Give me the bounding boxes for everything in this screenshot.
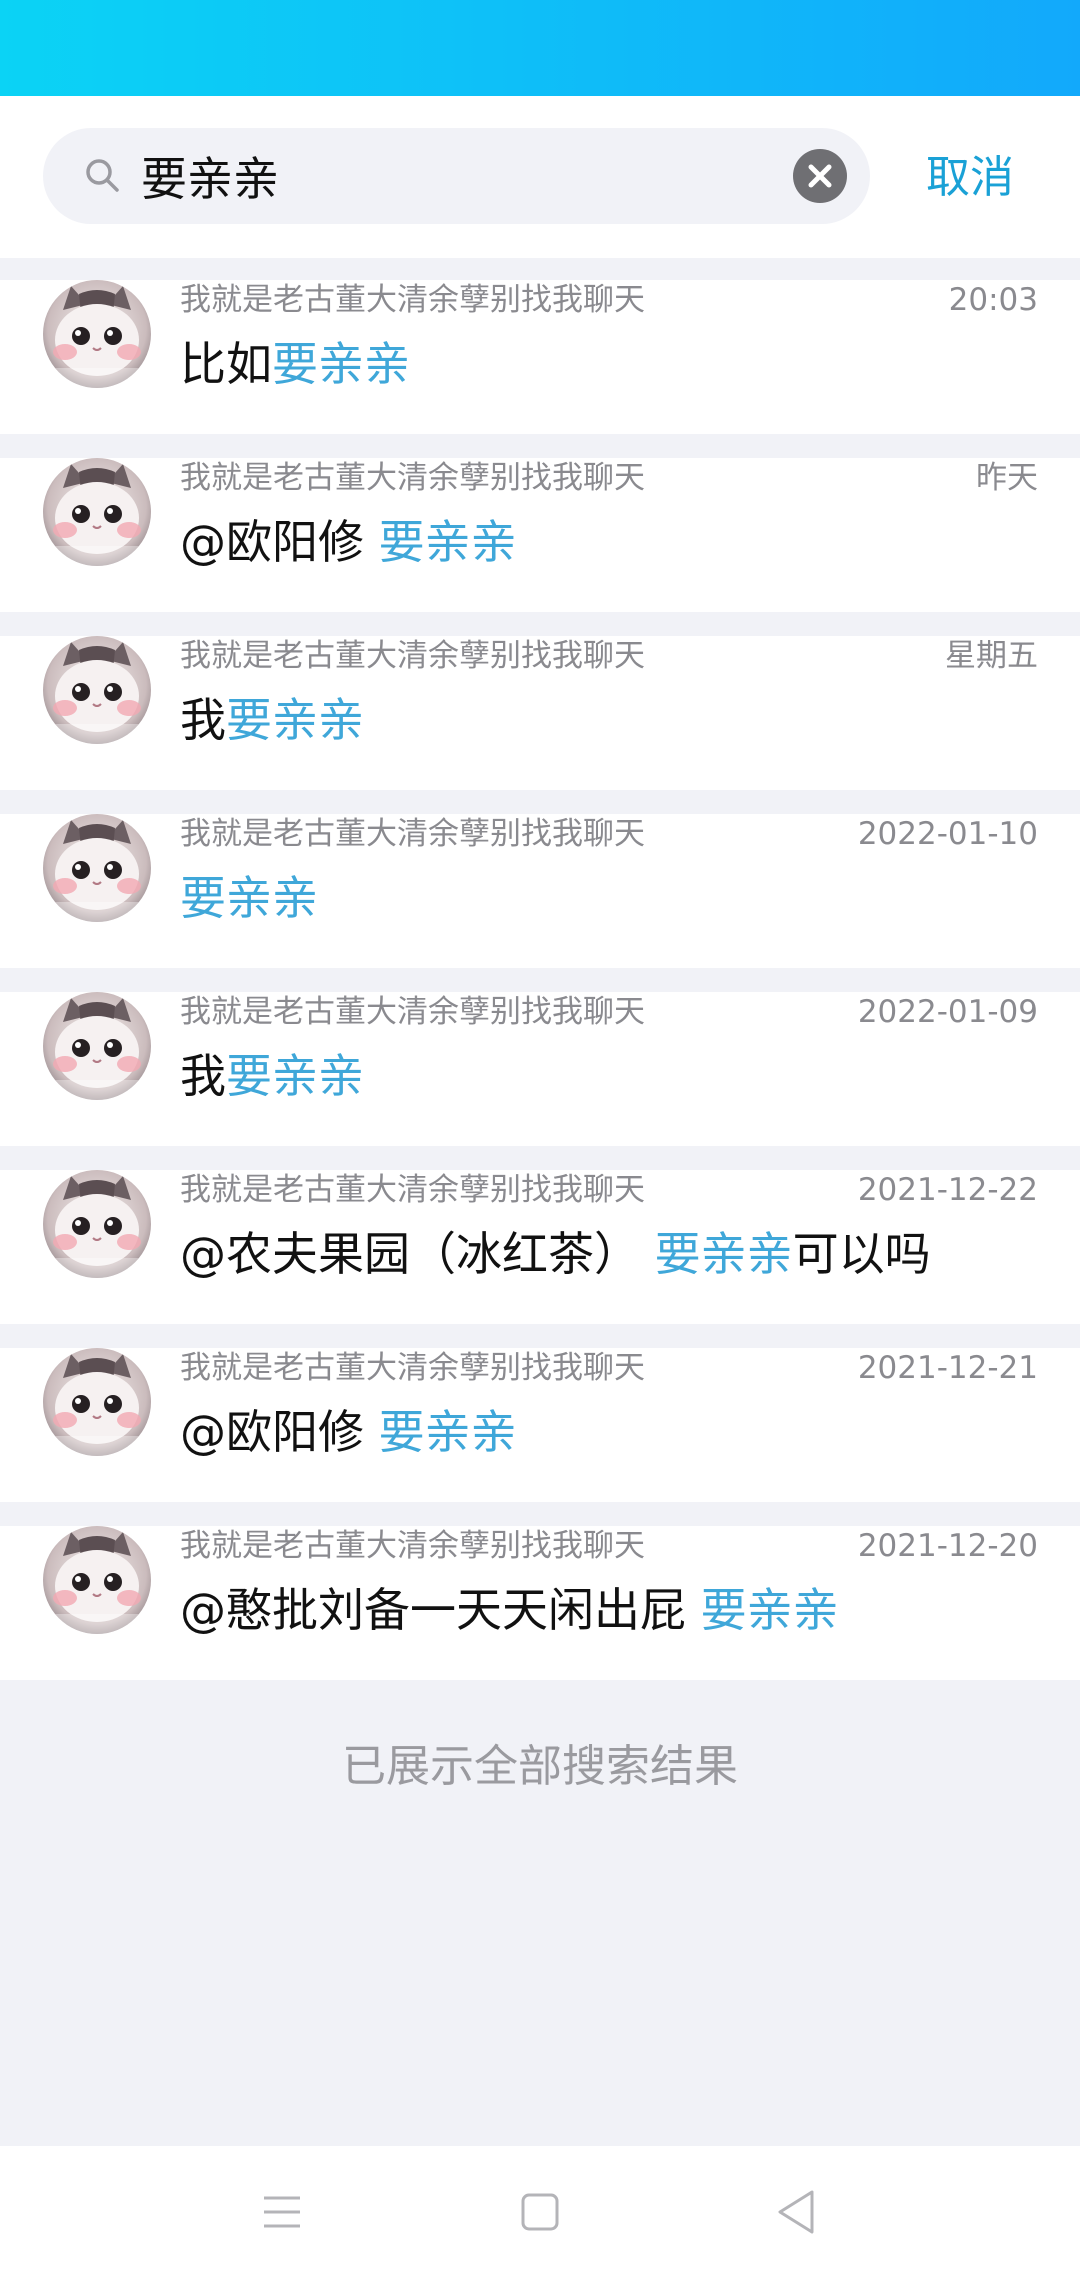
message-prefix: @憨批刘备一天天闲出屁 xyxy=(180,1583,701,1637)
status-bar xyxy=(0,0,1080,96)
search-result-row[interactable]: 我就是老古董大清余孽别找我聊天 2021-12-22 @农夫果园（冰红茶） 要亲亲可… xyxy=(0,1170,1080,1324)
message-text: @欧阳修 要亲亲 xyxy=(180,510,517,574)
message-time: 星期五 xyxy=(945,638,1038,674)
message-suffix: 可以吗 xyxy=(792,1227,931,1281)
message-text: 要亲亲 xyxy=(180,866,318,930)
message-text: 我要亲亲 xyxy=(180,688,364,752)
cat-avatar-image xyxy=(43,992,151,1100)
cat-avatar-image xyxy=(43,1526,151,1634)
message-keyword-highlight: 要亲亲 xyxy=(226,693,364,747)
avatar[interactable] xyxy=(43,814,151,922)
search-input[interactable] xyxy=(141,142,741,210)
system-nav-bar xyxy=(0,2146,1080,2280)
message-keyword-highlight: 要亲亲 xyxy=(180,871,318,925)
message-keyword-highlight: 要亲亲 xyxy=(378,515,517,569)
message-time: 2021-12-21 xyxy=(857,1350,1038,1386)
message-keyword-highlight: 要亲亲 xyxy=(378,1405,517,1459)
message-time: 20:03 xyxy=(948,282,1038,318)
search-result-row[interactable]: 我就是老古董大清余孽别找我聊天 20:03 比如要亲亲 xyxy=(0,280,1080,434)
sender-name: 我就是老古董大清余孽别找我聊天 xyxy=(180,1172,645,1208)
avatar[interactable] xyxy=(43,1348,151,1456)
menu-icon[interactable] xyxy=(252,2182,312,2242)
message-prefix: @欧阳修 xyxy=(180,515,379,569)
avatar[interactable] xyxy=(43,1170,151,1278)
sender-name: 我就是老古董大清余孽别找我聊天 xyxy=(180,816,645,852)
message-prefix: 比如 xyxy=(180,337,272,391)
avatar[interactable] xyxy=(43,1526,151,1634)
sender-name: 我就是老古董大清余孽别找我聊天 xyxy=(180,460,645,496)
cat-avatar-image xyxy=(43,1170,151,1278)
message-prefix: 我 xyxy=(180,693,226,747)
search-result-row[interactable]: 我就是老古董大清余孽别找我聊天 2021-12-20 @憨批刘备一天天闲出屁 要亲亲 xyxy=(0,1526,1080,1680)
search-result-row[interactable]: 我就是老古董大清余孽别找我聊天 昨天 @欧阳修 要亲亲 xyxy=(0,458,1080,612)
clear-button[interactable] xyxy=(793,149,847,203)
search-result-row[interactable]: 我就是老古董大清余孽别找我聊天 2022-01-09 我要亲亲 xyxy=(0,992,1080,1146)
home-icon[interactable] xyxy=(510,2182,570,2242)
avatar[interactable] xyxy=(43,636,151,744)
all-results-shown-note: 已展示全部搜索结果 xyxy=(342,1741,738,1792)
clear-icon xyxy=(808,164,832,188)
message-prefix: @欧阳修 xyxy=(180,1405,379,1459)
cat-avatar-image xyxy=(43,458,151,566)
sender-name: 我就是老古董大清余孽别找我聊天 xyxy=(180,282,645,318)
message-keyword-highlight: 要亲亲 xyxy=(272,337,410,391)
cat-avatar-image xyxy=(43,636,151,744)
message-text: 比如要亲亲 xyxy=(180,332,410,396)
message-time: 2021-12-20 xyxy=(857,1528,1038,1564)
cancel-button[interactable]: 取消 xyxy=(926,148,1014,208)
avatar[interactable] xyxy=(43,992,151,1100)
search-result-row[interactable]: 我就是老古董大清余孽别找我聊天 星期五我要亲亲 xyxy=(0,636,1080,790)
message-text: @欧阳修 要亲亲 xyxy=(180,1400,517,1464)
message-prefix: 我 xyxy=(180,1049,226,1103)
sender-name: 我就是老古董大清余孽别找我聊天 xyxy=(180,1528,645,1564)
message-keyword-highlight: 要亲亲 xyxy=(700,1583,839,1637)
search-icon xyxy=(86,159,119,192)
message-time: 昨天 xyxy=(976,460,1038,496)
cat-avatar-image xyxy=(43,1348,151,1456)
sender-name: 我就是老古董大清余孽别找我聊天 xyxy=(180,1350,645,1386)
message-prefix: @农夫果园（冰红茶） xyxy=(180,1227,655,1281)
message-time: 2022-01-09 xyxy=(857,994,1038,1030)
message-keyword-highlight: 要亲亲 xyxy=(226,1049,364,1103)
message-time: 2022-01-10 xyxy=(857,816,1038,852)
avatar[interactable] xyxy=(43,458,151,566)
message-keyword-highlight: 要亲亲 xyxy=(654,1227,793,1281)
search-header: 取消 xyxy=(0,96,1080,258)
search-box[interactable] xyxy=(43,128,870,224)
back-icon[interactable] xyxy=(766,2182,826,2242)
message-text: 我要亲亲 xyxy=(180,1044,364,1108)
search-result-row[interactable]: 我就是老古董大清余孽别找我聊天 2021-12-21 @欧阳修 要亲亲 xyxy=(0,1348,1080,1502)
cat-avatar-image xyxy=(43,814,151,922)
avatar[interactable] xyxy=(43,280,151,388)
search-result-row[interactable]: 我就是老古董大清余孽别找我聊天 2022-01-10 要亲亲 xyxy=(0,814,1080,968)
message-time: 2021-12-22 xyxy=(857,1172,1038,1208)
sender-name: 我就是老古董大清余孽别找我聊天 xyxy=(180,994,645,1030)
cat-avatar-image xyxy=(43,280,151,388)
sender-name: 我就是老古董大清余孽别找我聊天 xyxy=(180,638,645,674)
message-text: @憨批刘备一天天闲出屁 要亲亲 xyxy=(180,1578,839,1642)
message-text: @农夫果园（冰红茶） 要亲亲可以吗 xyxy=(180,1222,931,1286)
